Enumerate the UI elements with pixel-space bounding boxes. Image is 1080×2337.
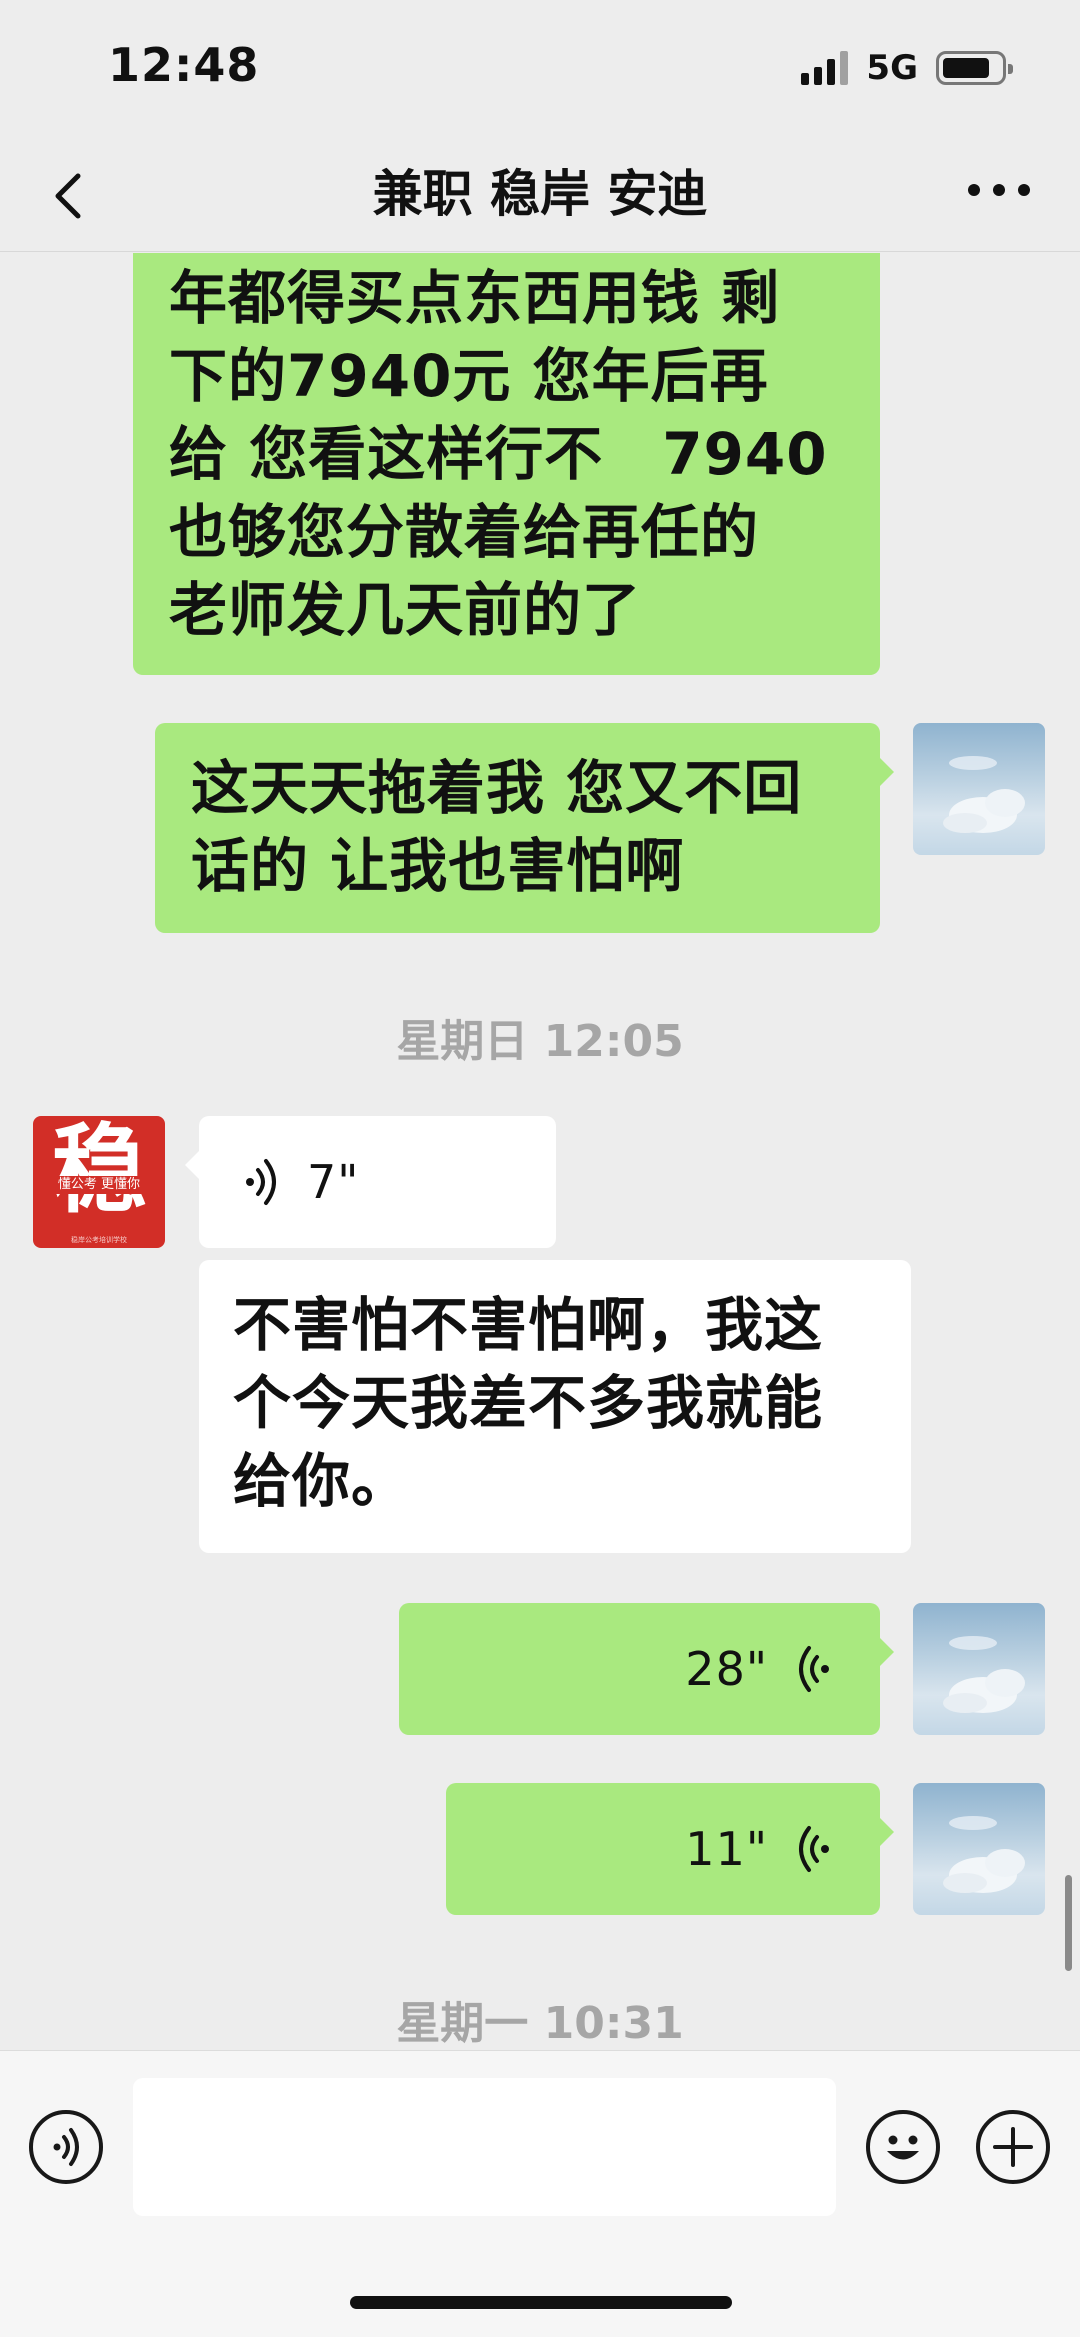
voice-duration: 7" [307, 1155, 360, 1209]
home-indicator[interactable] [350, 2296, 732, 2309]
my-avatar[interactable] [913, 723, 1045, 855]
voice-wave-icon [246, 1159, 276, 1205]
more-icon[interactable] [968, 184, 1030, 196]
my-avatar[interactable] [913, 1603, 1045, 1735]
voice-wave-icon [799, 1646, 829, 1692]
message-bubble-outgoing[interactable]: 年都得买点东西用钱 剩 下的7940元 您年后再 给 您看这样行不 7940 也… [133, 253, 880, 675]
voice-duration: 11" [685, 1822, 768, 1876]
cloud-image [943, 1636, 1025, 1713]
signal-icon [801, 51, 849, 85]
message-line: 年都得买点东西用钱 剩 [169, 264, 781, 332]
message-line: 下的7940元 您年后再 [169, 342, 769, 410]
chat-header: 兼职 稳岸 安迪 [0, 140, 1080, 252]
message-line: 个今天我差不多我就能 [233, 1369, 824, 1437]
plus-icon[interactable] [976, 2110, 1050, 2184]
cloud-image [943, 756, 1025, 833]
message-line: 也够您分散着给再任的 [169, 498, 760, 566]
message-bubble-outgoing[interactable]: 这天天拖着我 您又不回 话的 让我也害怕啊 [155, 723, 894, 933]
status-bar: 12:48 5G [0, 0, 1080, 140]
status-indicators: 5G [801, 48, 1013, 88]
message-bubble-incoming[interactable]: 不害怕不害怕啊，我这 个今天我差不多我就能 给你。 [199, 1260, 911, 1553]
message-timestamp: 星期日 12:05 [396, 1016, 684, 1067]
network-type: 5G [866, 48, 918, 88]
voice-duration: 28" [685, 1642, 768, 1696]
avatar-school-name: 稳岸公考培训学校 [71, 1236, 127, 1244]
message-line: 给你。 [233, 1447, 411, 1515]
voice-wave-icon [799, 1826, 829, 1872]
input-bar [0, 2050, 1080, 2337]
my-avatar[interactable] [913, 1783, 1045, 1915]
avatar-slogan: 懂公考 更懂你 [43, 1176, 155, 1194]
message-list[interactable]: 年都得买点东西用钱 剩 下的7940元 您年后再 给 您看这样行不 7940 也… [0, 253, 1080, 2050]
voice-message-outgoing[interactable]: 28" [399, 1603, 894, 1735]
status-time: 12:48 [108, 38, 260, 92]
message-line: 话的 让我也害怕啊 [191, 832, 685, 900]
cloud-image [943, 1816, 1025, 1893]
emoji-icon[interactable] [866, 2110, 940, 2184]
chat-title: 兼职 稳岸 安迪 [372, 165, 708, 223]
battery-icon [936, 51, 1013, 85]
message-input[interactable] [133, 2078, 836, 2216]
voice-message-outgoing[interactable]: 11" [446, 1783, 894, 1915]
scrollbar[interactable] [1065, 1875, 1072, 1971]
voice-message-incoming[interactable]: 7" [185, 1116, 556, 1248]
avatar-logo-char: 稳 [51, 1116, 147, 1226]
voice-icon[interactable] [29, 2110, 103, 2184]
message-line: 这天天拖着我 您又不回 [191, 754, 803, 822]
message-timestamp: 星期一 10:31 [396, 1998, 684, 2049]
contact-avatar[interactable]: 稳 懂公考 更懂你 稳岸公考培训学校 [33, 1116, 165, 1248]
message-line: 不害怕不害怕啊，我这 [233, 1291, 824, 1359]
message-line: 给 您看这样行不 7940 [169, 420, 828, 488]
message-line: 老师发几天前的了 [169, 576, 642, 644]
